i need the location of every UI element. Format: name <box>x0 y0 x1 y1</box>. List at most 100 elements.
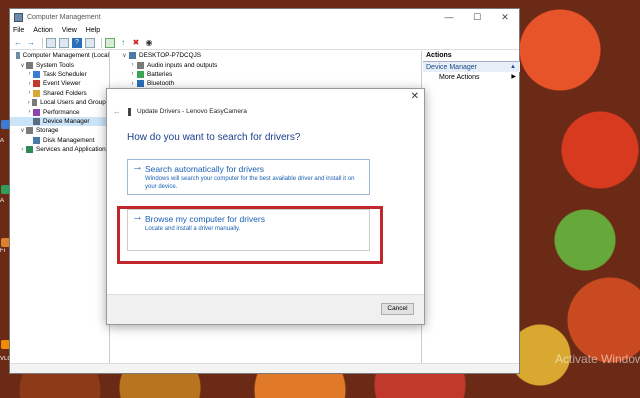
tree-item-label: Task Scheduler <box>43 70 87 78</box>
maximize-button[interactable]: ☐ <box>463 9 491 25</box>
tree-item-label: Local Users and Groups <box>40 99 109 107</box>
cancel-button[interactable]: Cancel <box>381 303 414 315</box>
expand-toggle-icon[interactable]: › <box>128 71 137 77</box>
show-hide-tree-icon[interactable] <box>46 37 56 48</box>
collapse-arrow-icon[interactable]: ▲ <box>510 62 516 72</box>
device-category-item[interactable]: ∨ DESKTOP-P7DCQJS <box>112 51 421 60</box>
update-drivers-dialog: ✕ ← Update Drivers - Lenovo EasyCamera H… <box>106 88 425 325</box>
disable-device-icon[interactable]: ◉ <box>144 38 154 48</box>
tree-item[interactable]: Disk Management <box>10 136 109 145</box>
device-category-icon <box>129 52 136 60</box>
tree-item[interactable]: › Local Users and Groups <box>10 98 109 107</box>
expand-toggle-icon[interactable]: › <box>26 71 33 77</box>
tree-item[interactable]: ∨ System Tools <box>10 60 109 69</box>
tree-item[interactable]: Computer Management (Local <box>10 51 109 60</box>
more-actions-label: More Actions <box>439 74 480 81</box>
back-arrow-icon[interactable]: ← <box>13 38 23 48</box>
window-controls: — ☐ ✕ <box>435 9 519 25</box>
close-button[interactable]: ✕ <box>491 9 519 25</box>
submenu-arrow-icon: ▶ <box>511 74 516 80</box>
scan-hardware-icon[interactable] <box>105 37 115 48</box>
menu-action[interactable]: Action <box>33 27 52 34</box>
activate-windows-watermark: Activate Windows <box>555 352 640 366</box>
tree-node-icon <box>33 136 40 144</box>
toolbar-separator <box>101 37 102 48</box>
device-category-icon <box>137 61 144 69</box>
expand-toggle-icon[interactable]: ∨ <box>19 127 26 134</box>
status-bar <box>10 363 519 373</box>
device-category-item[interactable]: › Audio inputs and outputs <box>112 60 421 69</box>
tree-item-label: Device Manager <box>43 117 90 125</box>
dialog-header: ← Update Drivers - Lenovo EasyCamera <box>113 107 247 116</box>
device-category-label: Batteries <box>147 70 173 78</box>
tree-node-icon <box>31 99 38 107</box>
tree-node-icon <box>33 117 40 125</box>
actions-header: Actions <box>426 52 452 59</box>
tree-item[interactable]: › Performance <box>10 107 109 116</box>
menu-view[interactable]: View <box>62 27 77 34</box>
expand-toggle-icon[interactable]: ∨ <box>120 52 129 59</box>
device-category-item[interactable]: › Batteries <box>112 70 421 79</box>
tree-node-icon <box>33 89 40 97</box>
tree-item-label: Event Viewer <box>43 80 81 88</box>
toolbar: ← → ? ↑ ✖ ◉ <box>10 36 519 50</box>
tree-node-icon <box>15 52 20 60</box>
actions-section-label: Device Manager <box>426 64 477 71</box>
tree-node-icon <box>26 61 33 69</box>
search-automatically-option[interactable]: → Search automatically for drivers Windo… <box>127 159 370 195</box>
tree-item-label: Computer Management (Local <box>22 52 109 60</box>
tree-item-label: Disk Management <box>43 136 95 144</box>
dialog-close-icon[interactable]: ✕ <box>411 91 419 102</box>
more-actions-item[interactable]: More Actions ▶ <box>423 72 520 83</box>
tree-node-icon <box>33 108 40 116</box>
minimize-button[interactable]: — <box>435 9 463 25</box>
actions-pane: Actions Device Manager ▲ More Actions ▶ <box>423 51 520 363</box>
toolbar-separator <box>42 37 43 48</box>
back-arrow-icon[interactable]: ← <box>113 107 121 116</box>
console-icon[interactable] <box>59 37 69 48</box>
expand-toggle-icon[interactable]: › <box>19 147 26 153</box>
highlight-annotation-box <box>117 206 383 264</box>
tree-item[interactable]: › Task Scheduler <box>10 70 109 79</box>
help-icon[interactable]: ? <box>72 37 82 48</box>
menu-help[interactable]: Help <box>86 27 100 34</box>
tree-item[interactable]: ∨ Storage <box>10 126 109 135</box>
tree-node-icon <box>26 146 33 154</box>
tree-node-icon <box>33 70 40 78</box>
tree-item[interactable]: Device Manager <box>10 116 109 127</box>
tree-item[interactable]: › Shared Folders <box>10 89 109 98</box>
expand-toggle-icon[interactable]: › <box>26 90 33 96</box>
device-category-label: Bluetooth <box>147 80 175 88</box>
expand-toggle-icon[interactable]: ∨ <box>19 62 26 69</box>
menu-file[interactable]: File <box>13 27 24 34</box>
tree-item[interactable]: › Services and Applications <box>10 145 109 154</box>
expand-toggle-icon[interactable]: › <box>128 62 137 68</box>
tree-item-label: Performance <box>43 108 80 116</box>
tree-node-icon <box>26 127 33 135</box>
uninstall-icon[interactable]: ✖ <box>131 38 141 48</box>
window-title: Computer Management <box>27 13 101 21</box>
forward-arrow-icon[interactable]: → <box>26 38 36 48</box>
expand-toggle-icon[interactable]: › <box>26 109 33 115</box>
device-category-label: DESKTOP-P7DCQJS <box>139 52 202 60</box>
navigation-tree: Computer Management (Local ∨ System Tools ›… <box>10 51 110 363</box>
menu-bar: File Action View Help <box>10 25 519 36</box>
tree-item-label: System Tools <box>36 61 74 69</box>
computer-management-icon <box>14 12 23 22</box>
title-bar[interactable]: Computer Management — ☐ ✕ <box>10 9 519 25</box>
properties-icon[interactable] <box>85 37 95 48</box>
device-category-icon <box>137 80 144 88</box>
tree-item-label: Services and Applications <box>36 146 109 154</box>
camera-device-icon <box>128 107 131 116</box>
actions-section-device-manager[interactable]: Device Manager ▲ <box>423 61 520 72</box>
dialog-question: How do you want to search for drivers? <box>127 132 301 143</box>
tree-item[interactable]: › Event Viewer <box>10 79 109 88</box>
device-category-icon <box>137 70 144 78</box>
tree-item-label: Shared Folders <box>43 89 87 97</box>
right-arrow-icon: → <box>132 161 143 173</box>
expand-toggle-icon[interactable]: › <box>26 81 33 87</box>
expand-toggle-icon[interactable]: › <box>128 81 137 87</box>
device-category-label: Audio inputs and outputs <box>147 61 218 69</box>
dialog-title: Update Drivers - Lenovo EasyCamera <box>137 108 247 115</box>
update-driver-icon[interactable]: ↑ <box>118 38 128 48</box>
